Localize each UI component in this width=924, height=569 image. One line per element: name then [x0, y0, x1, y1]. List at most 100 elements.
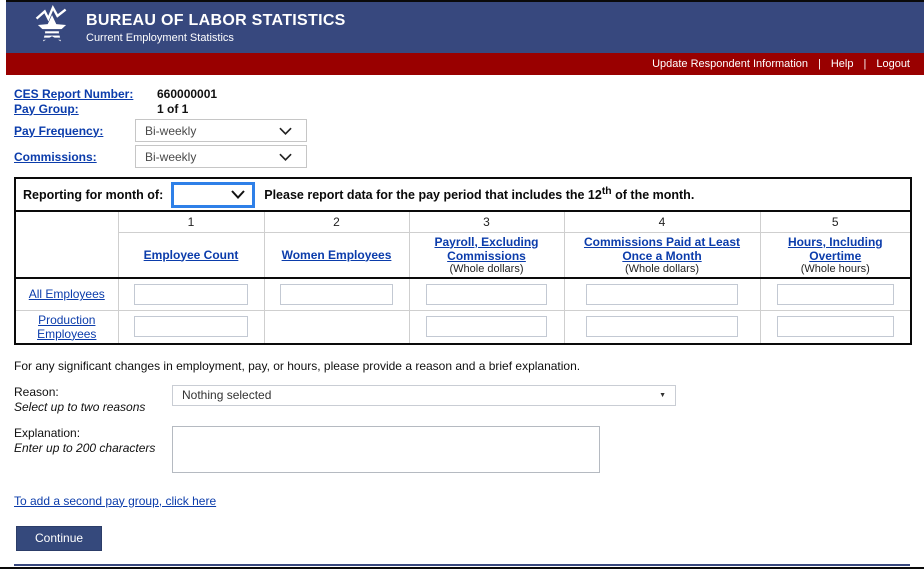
- row-label-cell: Production Employees: [15, 311, 118, 344]
- cell-prod-women-employees-empty: [264, 311, 409, 344]
- reason-value: Nothing selected: [182, 388, 271, 402]
- payroll-link[interactable]: Payroll, Excluding Commissions: [434, 235, 538, 263]
- commissions-paid-link[interactable]: Commissions Paid at Least Once a Month: [584, 235, 740, 263]
- chevron-down-icon: [279, 150, 292, 164]
- cell-all-payroll: [409, 278, 564, 311]
- employee-count-link[interactable]: Employee Count: [144, 248, 239, 262]
- reporting-month-row: Reporting for month of: Please report da…: [15, 178, 911, 211]
- chevron-down-icon: [279, 124, 292, 138]
- pay-group-value: 1 of 1: [157, 102, 188, 116]
- content: CES Report Number: 660000001 Pay Group: …: [14, 86, 910, 569]
- column-header-women-employees: Women Employees: [264, 232, 409, 278]
- cell-prod-commissions: [564, 311, 760, 344]
- update-respondent-info-link[interactable]: Update Respondent Information: [652, 58, 808, 70]
- production-employees-payroll-input[interactable]: [426, 316, 546, 337]
- cell-all-commissions: [564, 278, 760, 311]
- column-header-employee-count: Employee Count: [118, 232, 264, 278]
- cell-all-women-employees: [264, 278, 409, 311]
- column-number-row: 1 2 3 4 5: [15, 211, 911, 232]
- reporting-month-select[interactable]: [171, 182, 255, 208]
- all-employees-employee-count-input[interactable]: [134, 284, 247, 305]
- superscript-th: th: [602, 186, 612, 197]
- pay-frequency-row: Pay Frequency: Bi-weekly: [14, 119, 910, 142]
- masthead: BUREAU OF LABOR STATISTICS Current Emplo…: [6, 0, 924, 53]
- nav-separator: |: [818, 58, 821, 70]
- masthead-text: BUREAU OF LABOR STATISTICS Current Emplo…: [86, 12, 346, 44]
- reason-select[interactable]: Nothing selected ▼: [172, 385, 676, 406]
- bls-star-logo-icon: [32, 4, 72, 51]
- explanation-label: Explanation:: [14, 426, 80, 440]
- all-employees-women-employees-input[interactable]: [280, 284, 392, 305]
- production-employees-commissions-input[interactable]: [586, 316, 738, 337]
- chevron-down-icon: [231, 188, 245, 202]
- changes-note: For any significant changes in employmen…: [14, 359, 910, 373]
- top-nav-bar: Update Respondent Information | Help | L…: [6, 53, 924, 75]
- column-number-1: 1: [118, 211, 264, 232]
- app-title: BUREAU OF LABOR STATISTICS: [86, 12, 346, 30]
- commissions-row: Commissions: Bi-weekly: [14, 145, 910, 168]
- column-number-4: 4: [564, 211, 760, 232]
- logout-link[interactable]: Logout: [876, 58, 910, 70]
- ces-report-number-value: 660000001: [157, 87, 217, 101]
- reporting-month-label: Reporting for month of:: [23, 188, 163, 202]
- pay-group-link[interactable]: Pay Group:: [14, 102, 79, 116]
- cell-prod-hours: [760, 311, 911, 344]
- reason-label: Reason:: [14, 385, 59, 399]
- pay-frequency-select[interactable]: Bi-weekly: [135, 119, 307, 142]
- ces-report-number-link[interactable]: CES Report Number:: [14, 87, 133, 101]
- pay-frequency-label-col: Pay Frequency:: [14, 124, 135, 138]
- all-employees-hours-input[interactable]: [777, 284, 894, 305]
- column-caption: (Whole dollars): [414, 263, 560, 275]
- corner-cell: [15, 211, 118, 278]
- all-employees-payroll-input[interactable]: [426, 284, 546, 305]
- cell-prod-employee-count: [118, 311, 264, 344]
- column-header-commissions-paid: Commissions Paid at Least Once a Month (…: [564, 232, 760, 278]
- pay-frequency-link[interactable]: Pay Frequency:: [14, 124, 103, 138]
- commissions-label-col: Commissions:: [14, 150, 135, 164]
- continue-button[interactable]: Continue: [16, 526, 102, 551]
- women-employees-link[interactable]: Women Employees: [282, 248, 392, 262]
- cell-all-employee-count: [118, 278, 264, 311]
- add-second-pay-group-link[interactable]: To add a second pay group, click here: [14, 494, 216, 508]
- table-row-all-employees: All Employees: [15, 278, 911, 311]
- reporting-instruction: Please report data for the pay period th…: [264, 186, 694, 202]
- column-number-5: 5: [760, 211, 911, 232]
- column-header-row: Employee Count Women Employees Payroll, …: [15, 232, 911, 278]
- all-employees-link[interactable]: All Employees: [29, 287, 105, 301]
- explanation-label-block: Explanation: Enter up to 200 characters: [14, 426, 172, 455]
- production-employees-link[interactable]: Production Employees: [37, 313, 96, 341]
- table-row-production-employees: Production Employees: [15, 311, 911, 344]
- footer-divider: [14, 564, 910, 566]
- column-header-hours: Hours, Including Overtime (Whole hours): [760, 232, 911, 278]
- pay-group-row: Pay Group: 1 of 1: [14, 101, 910, 116]
- commissions-select[interactable]: Bi-weekly: [135, 145, 307, 168]
- report-table: Reporting for month of: Please report da…: [14, 177, 912, 345]
- reason-row: Reason: Select up to two reasons Nothing…: [14, 385, 910, 414]
- explanation-hint: Enter up to 200 characters: [14, 441, 172, 455]
- commissions-value: Bi-weekly: [145, 150, 196, 164]
- all-employees-commissions-input[interactable]: [586, 284, 738, 305]
- row-label-cell: All Employees: [15, 278, 118, 311]
- page: BUREAU OF LABOR STATISTICS Current Emplo…: [0, 0, 924, 569]
- column-caption: (Whole hours): [765, 263, 907, 275]
- reporting-month-cell: Reporting for month of: Please report da…: [15, 178, 911, 211]
- reason-hint: Select up to two reasons: [14, 400, 172, 414]
- hours-overtime-link[interactable]: Hours, Including Overtime: [788, 235, 883, 263]
- cell-all-hours: [760, 278, 911, 311]
- commissions-link[interactable]: Commissions:: [14, 150, 97, 164]
- column-number-3: 3: [409, 211, 564, 232]
- app-subtitle: Current Employment Statistics: [86, 32, 346, 44]
- explanation-textarea[interactable]: [172, 426, 600, 473]
- production-employees-hours-input[interactable]: [777, 316, 894, 337]
- explanation-row: Explanation: Enter up to 200 characters: [14, 426, 910, 473]
- column-caption: (Whole dollars): [569, 263, 756, 275]
- production-employees-employee-count-input[interactable]: [134, 316, 247, 337]
- nav-separator: |: [863, 58, 866, 70]
- column-number-2: 2: [264, 211, 409, 232]
- pay-group-label-col: Pay Group:: [14, 102, 157, 116]
- report-number-row: CES Report Number: 660000001: [14, 86, 910, 101]
- cell-prod-payroll: [409, 311, 564, 344]
- report-number-label-col: CES Report Number:: [14, 87, 157, 101]
- help-link[interactable]: Help: [831, 58, 854, 70]
- pay-frequency-value: Bi-weekly: [145, 124, 196, 138]
